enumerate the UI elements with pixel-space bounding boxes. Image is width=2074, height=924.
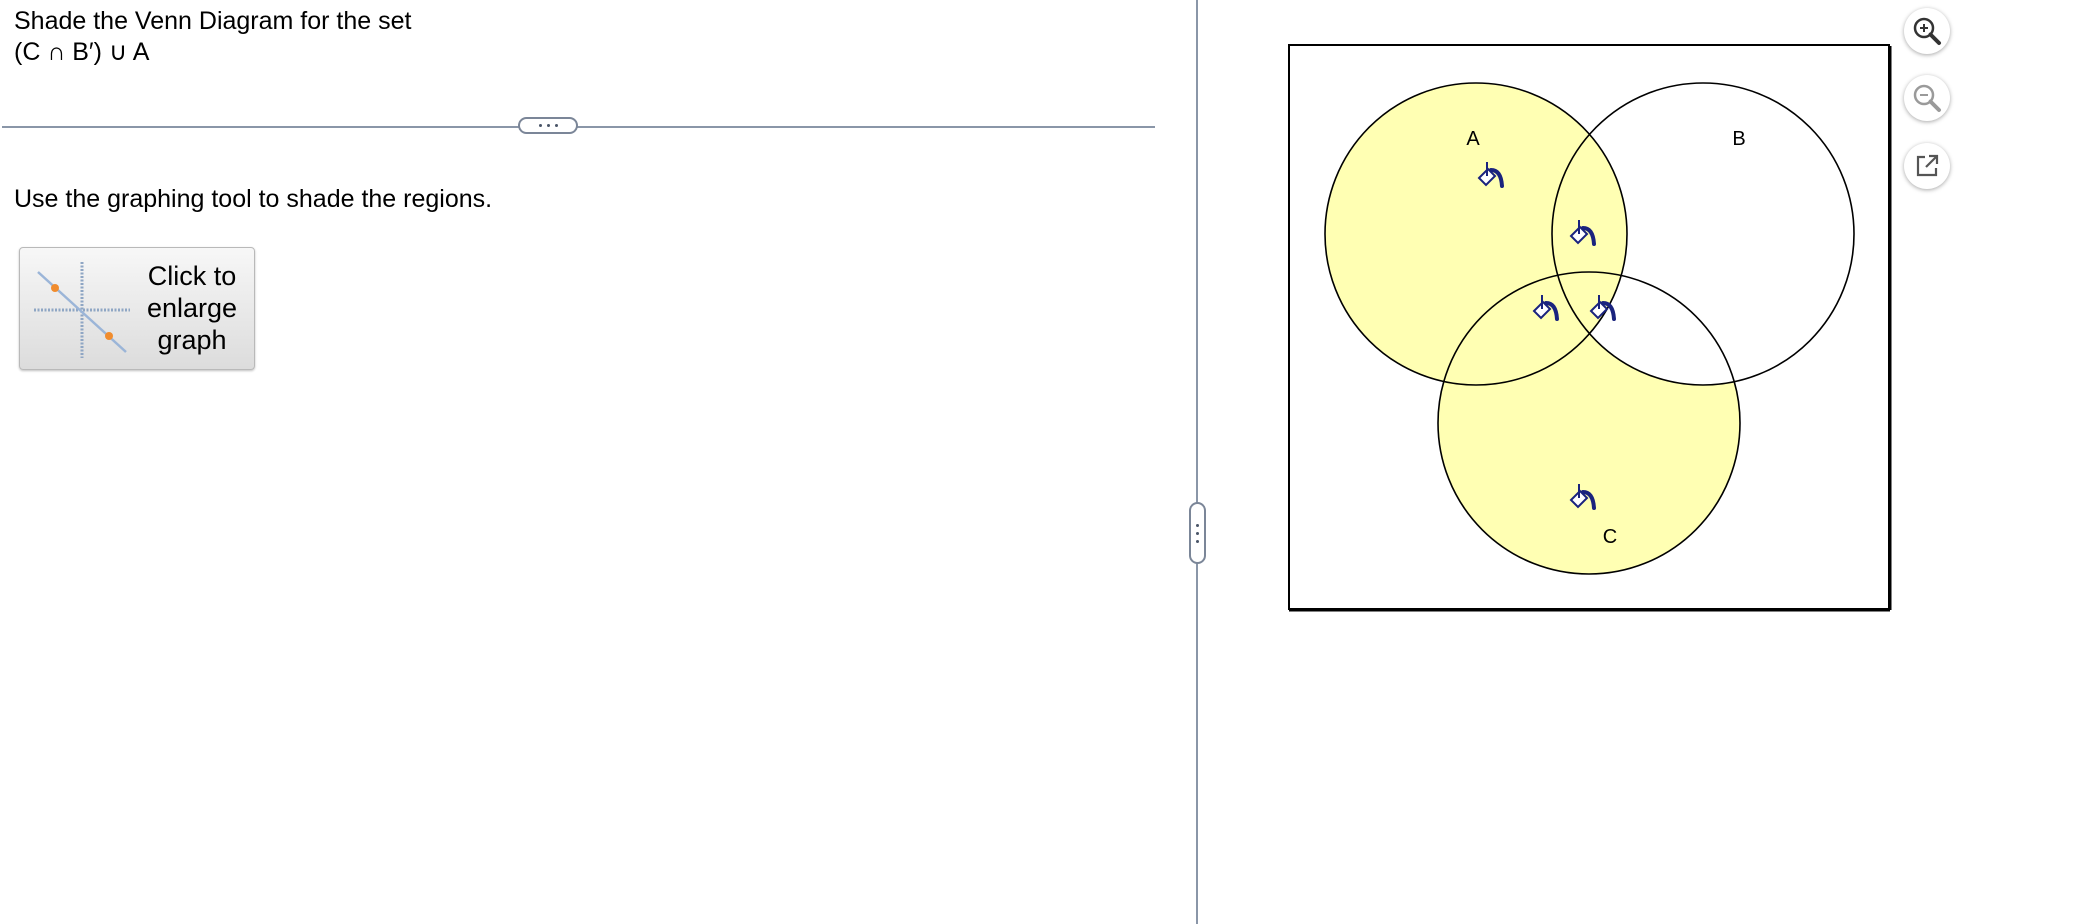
set-label-a: A: [1466, 128, 1480, 150]
enlarge-graph-button[interactable]: Click to enlarge graph: [19, 247, 255, 370]
horizontal-divider: [2, 126, 1155, 128]
zoom-in-button[interactable]: [1904, 8, 1950, 54]
handle-dot: [1196, 531, 1199, 535]
handle-dot: [1196, 523, 1199, 527]
horizontal-resize-handle[interactable]: [518, 117, 578, 134]
vertical-resize-handle[interactable]: [1189, 502, 1206, 564]
question-text: Shade the Venn Diagram for the set: [14, 7, 412, 35]
enlarge-graph-label: Click to enlarge graph: [146, 261, 238, 355]
popout-icon: [1916, 154, 1939, 177]
set-label-b: B: [1732, 128, 1745, 150]
handle-dot: [1196, 539, 1199, 543]
question-pane: Shade the Venn Diagram for the set (C ∩ …: [0, 0, 1197, 924]
graph-thumbnail-icon: [34, 262, 130, 358]
zoom-out-button[interactable]: [1904, 75, 1950, 121]
instruction-text: Use the graphing tool to shade the regio…: [14, 185, 493, 213]
set-expression: (C ∩ B′) ∪ A: [14, 38, 150, 66]
vertical-divider: [1196, 0, 1198, 924]
venn-diagram[interactable]: A B C: [1288, 44, 1892, 612]
page: Shade the Venn Diagram for the set (C ∩ …: [0, 0, 2074, 924]
handle-dot: [546, 124, 550, 127]
zoom-in-icon: [1913, 17, 1941, 45]
handle-dot: [554, 124, 558, 127]
zoom-out-icon: [1913, 84, 1941, 112]
popout-button[interactable]: [1904, 143, 1950, 189]
handle-dot: [538, 124, 542, 127]
set-label-c: C: [1603, 526, 1617, 548]
